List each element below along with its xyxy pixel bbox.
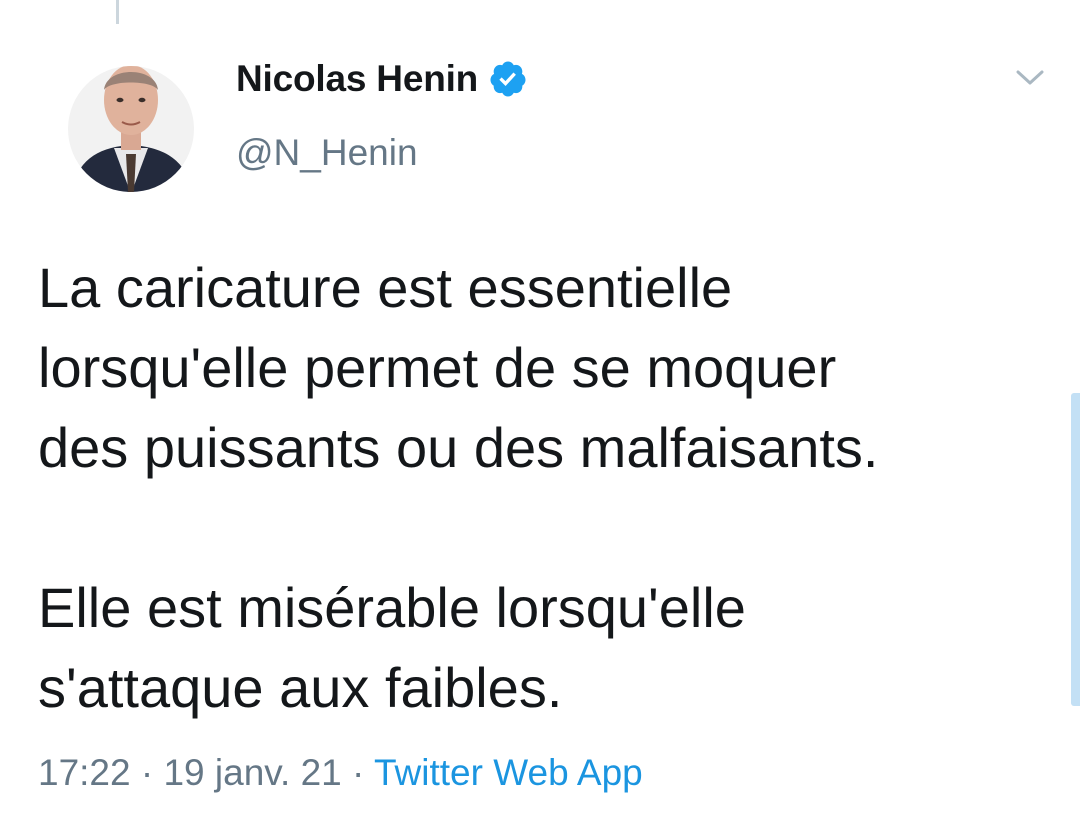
avatar[interactable] [66, 42, 196, 194]
tweet-meta: 17:22 · 19 janv. 21 · Twitter Web App [38, 752, 643, 794]
author-row[interactable]: Nicolas Henin [236, 56, 528, 102]
tweet-detail-screen: Nicolas Henin @N_Henin La caricature est… [0, 0, 1080, 836]
tweet-time[interactable]: 17:22 [38, 752, 131, 793]
tweet-source-link[interactable]: Twitter Web App [374, 752, 643, 793]
chevron-down-icon[interactable] [1012, 62, 1048, 92]
meta-separator: · [140, 752, 154, 793]
tweet-paragraph: Elle est misérable lorsqu'elle s'attaque… [38, 576, 746, 719]
author-handle[interactable]: @N_Henin [236, 132, 418, 174]
tweet-paragraph: La caricature est essentielle lorsqu'ell… [38, 256, 879, 479]
tweet-text: La caricature est essentielle lorsqu'ell… [38, 248, 1058, 728]
thread-connector-line [116, 0, 119, 24]
tweet-date[interactable]: 19 janv. 21 [163, 752, 341, 793]
verified-badge-icon [490, 61, 526, 97]
scrollbar-thumb[interactable] [1071, 393, 1080, 706]
author-name[interactable]: Nicolas Henin [236, 58, 478, 100]
meta-separator: · [352, 752, 365, 793]
